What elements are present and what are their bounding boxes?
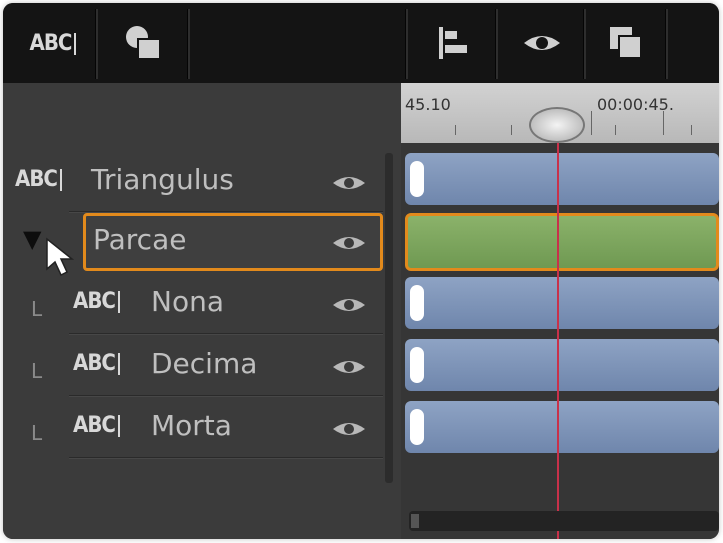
timeline-scrollbar[interactable] bbox=[409, 511, 719, 531]
timecode-left: 45.10 bbox=[405, 95, 451, 114]
layer-name: Triangulus bbox=[91, 163, 234, 196]
clip-trim-handle[interactable] bbox=[410, 161, 424, 197]
playhead-knob[interactable] bbox=[529, 107, 585, 143]
layer-row-parcae[interactable]: ▼ Parcae bbox=[3, 213, 385, 277]
playhead-line bbox=[557, 113, 559, 539]
layer-name: Morta bbox=[151, 409, 232, 442]
layer-name: Decima bbox=[151, 347, 258, 380]
eye-icon[interactable] bbox=[331, 233, 367, 253]
child-indent-marker: L bbox=[31, 359, 43, 383]
eye-icon[interactable] bbox=[331, 419, 367, 439]
toolbar: ABC bbox=[3, 3, 719, 83]
title-abc-icon: ABC bbox=[30, 31, 77, 56]
add-shape-button[interactable] bbox=[103, 3, 183, 83]
scrollbar-thumb[interactable] bbox=[411, 514, 419, 528]
layer-name: Nona bbox=[151, 285, 224, 318]
eye-icon[interactable] bbox=[331, 173, 367, 193]
duplicate-icon bbox=[610, 27, 642, 59]
shapes-icon bbox=[126, 26, 161, 60]
timeline-panel: 45.10 00:00:45. bbox=[401, 83, 719, 539]
clip-trim-handle[interactable] bbox=[410, 409, 424, 445]
clip-parcae[interactable] bbox=[405, 213, 719, 271]
eye-icon[interactable] bbox=[331, 295, 367, 315]
clip-trim-handle[interactable] bbox=[410, 347, 424, 383]
eye-icon[interactable] bbox=[331, 357, 367, 377]
layer-row-decima[interactable]: L ABC Decima bbox=[3, 337, 385, 397]
duplicate-button[interactable] bbox=[591, 3, 661, 83]
child-indent-marker: L bbox=[31, 297, 43, 321]
layer-panel-window: ABC ABC Triangulus ▼ Parcae L ABC Nona L… bbox=[3, 3, 719, 539]
clip-trim-handle[interactable] bbox=[410, 285, 424, 321]
layer-row-nona[interactable]: L ABC Nona bbox=[3, 275, 385, 335]
layers-panel: ABC Triangulus ▼ Parcae L ABC Nona L ABC… bbox=[3, 83, 401, 539]
add-title-button[interactable]: ABC bbox=[13, 3, 93, 83]
layers-scrollbar[interactable] bbox=[385, 153, 393, 483]
clip-decima[interactable] bbox=[405, 339, 719, 391]
text-layer-icon: ABC bbox=[73, 413, 120, 438]
text-layer-icon: ABC bbox=[15, 167, 62, 192]
mouse-cursor-icon bbox=[46, 237, 75, 277]
child-indent-marker: L bbox=[31, 421, 43, 445]
clip-nona[interactable] bbox=[405, 277, 719, 329]
layer-row-morta[interactable]: L ABC Morta bbox=[3, 399, 385, 459]
collapse-triangle-icon[interactable]: ▼ bbox=[23, 225, 41, 253]
visibility-button[interactable] bbox=[503, 3, 581, 83]
align-button[interactable] bbox=[413, 3, 493, 83]
clip-triangulus[interactable] bbox=[405, 153, 719, 205]
text-layer-icon: ABC bbox=[73, 289, 120, 314]
text-layer-icon: ABC bbox=[73, 351, 120, 376]
clip-morta[interactable] bbox=[405, 401, 719, 453]
align-icon bbox=[439, 27, 467, 59]
layer-name: Parcae bbox=[93, 223, 187, 256]
layer-row-triangulus[interactable]: ABC Triangulus bbox=[3, 153, 385, 213]
visibility-eye-icon bbox=[524, 36, 560, 50]
